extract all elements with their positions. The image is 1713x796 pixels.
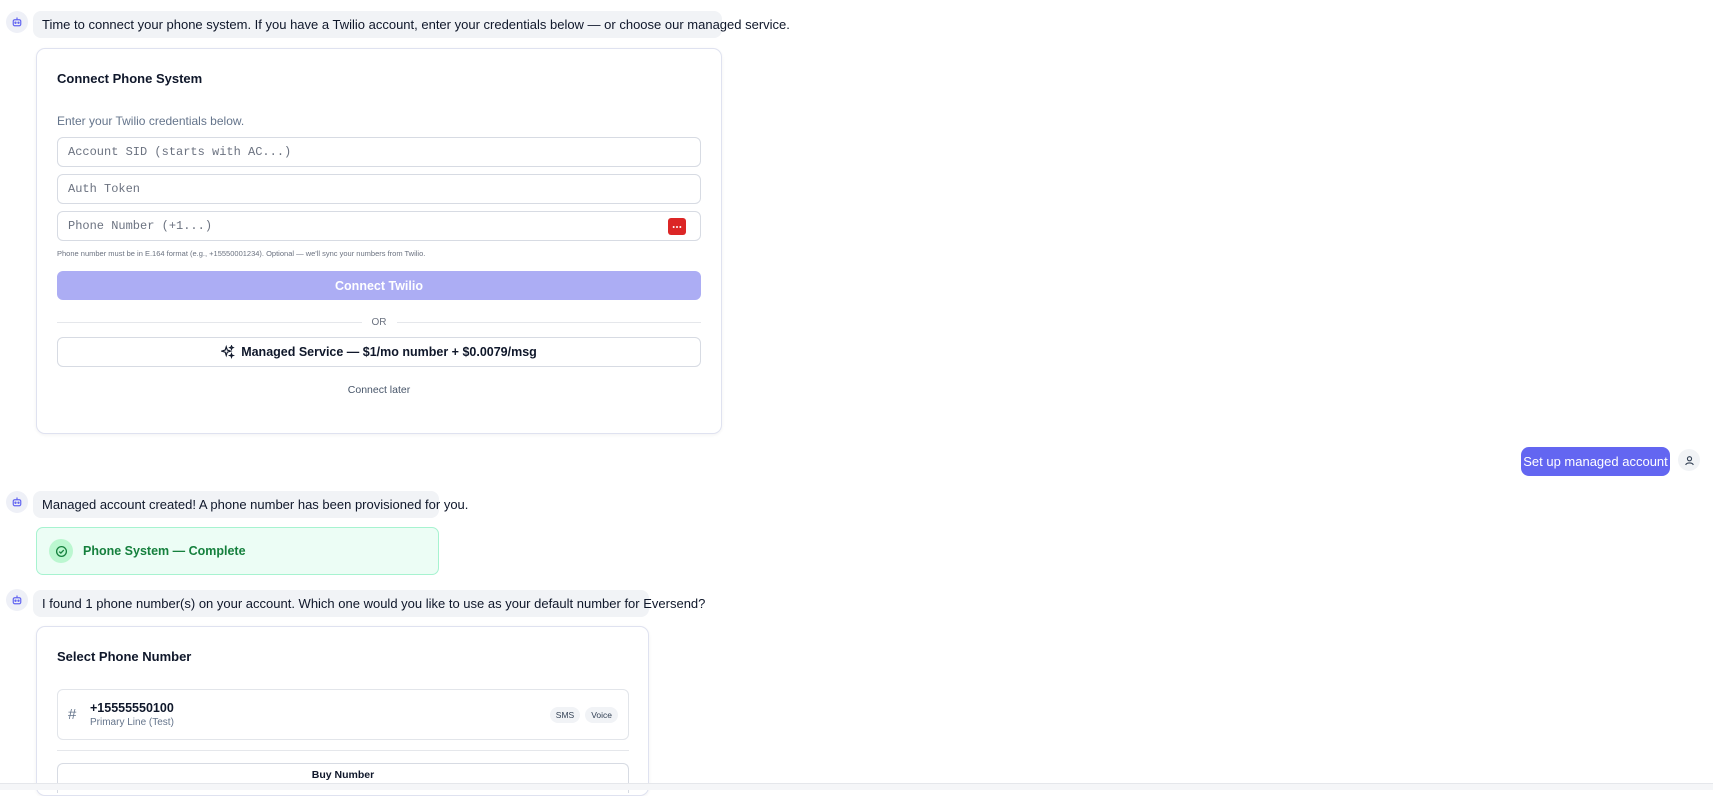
connect-twilio-button[interactable]: Connect Twilio bbox=[57, 271, 701, 300]
phone-number-placeholder: Phone Number (+1...) bbox=[68, 219, 213, 233]
sparkles-icon bbox=[221, 345, 236, 359]
bot-message: Time to connect your phone system. If yo… bbox=[33, 11, 790, 38]
or-label: OR bbox=[371, 317, 387, 328]
user-avatar bbox=[1678, 449, 1700, 471]
bot-avatar bbox=[6, 11, 28, 33]
divider bbox=[57, 750, 629, 751]
managed-service-label: Managed Service — $1/mo number + $0.0079… bbox=[241, 345, 537, 359]
voice-tag: Voice bbox=[585, 706, 618, 723]
number-label: Primary Line (Test) bbox=[90, 717, 174, 728]
number-info: +15555550100 Primary Line (Test) bbox=[90, 701, 174, 728]
bot-message: I found 1 phone number(s) on your accoun… bbox=[33, 590, 705, 617]
bottom-bar bbox=[0, 783, 1713, 790]
phone-number-option[interactable]: # +15555550100 Primary Line (Test) SMS V… bbox=[57, 689, 629, 740]
bot-icon bbox=[12, 497, 22, 507]
bot-icon bbox=[12, 17, 22, 27]
card-subtitle: Enter your Twilio credentials below. bbox=[57, 114, 245, 128]
password-manager-icon[interactable] bbox=[668, 218, 686, 235]
phone-system-status: Phone System — Complete bbox=[36, 527, 439, 575]
capability-tags: SMS Voice bbox=[549, 706, 618, 723]
card-title: Select Phone Number bbox=[57, 649, 192, 664]
account-sid-placeholder: Account SID (starts with AC...) bbox=[68, 145, 292, 159]
phone-number: +15555550100 bbox=[90, 701, 174, 715]
sms-tag: SMS bbox=[549, 706, 581, 723]
bot-avatar bbox=[6, 491, 28, 513]
bot-message: Managed account created! A phone number … bbox=[33, 491, 468, 518]
account-sid-input[interactable]: Account SID (starts with AC...) bbox=[57, 137, 701, 167]
card-title: Connect Phone System bbox=[57, 71, 203, 86]
connect-later-link[interactable]: Connect later bbox=[57, 384, 701, 396]
auth-token-placeholder: Auth Token bbox=[68, 182, 141, 196]
connect-phone-card: Connect Phone System Enter your Twilio c… bbox=[36, 48, 722, 434]
check-circle-icon bbox=[49, 539, 73, 563]
or-divider: OR bbox=[57, 317, 701, 328]
auth-token-input[interactable]: Auth Token bbox=[57, 174, 701, 204]
user-icon bbox=[1684, 455, 1694, 465]
managed-service-button[interactable]: Managed Service — $1/mo number + $0.0079… bbox=[57, 337, 701, 367]
user-message: Set up managed account bbox=[1521, 447, 1670, 476]
status-label: Phone System — Complete bbox=[83, 544, 246, 558]
select-number-card: Select Phone Number # +15555550100 Prima… bbox=[36, 626, 649, 796]
phone-format-hint: Phone number must be in E.164 format (e.… bbox=[57, 249, 426, 258]
bot-icon bbox=[12, 595, 22, 605]
hash-icon: # bbox=[68, 706, 77, 723]
phone-number-input[interactable]: Phone Number (+1...) bbox=[57, 211, 701, 241]
bot-avatar bbox=[6, 589, 28, 611]
